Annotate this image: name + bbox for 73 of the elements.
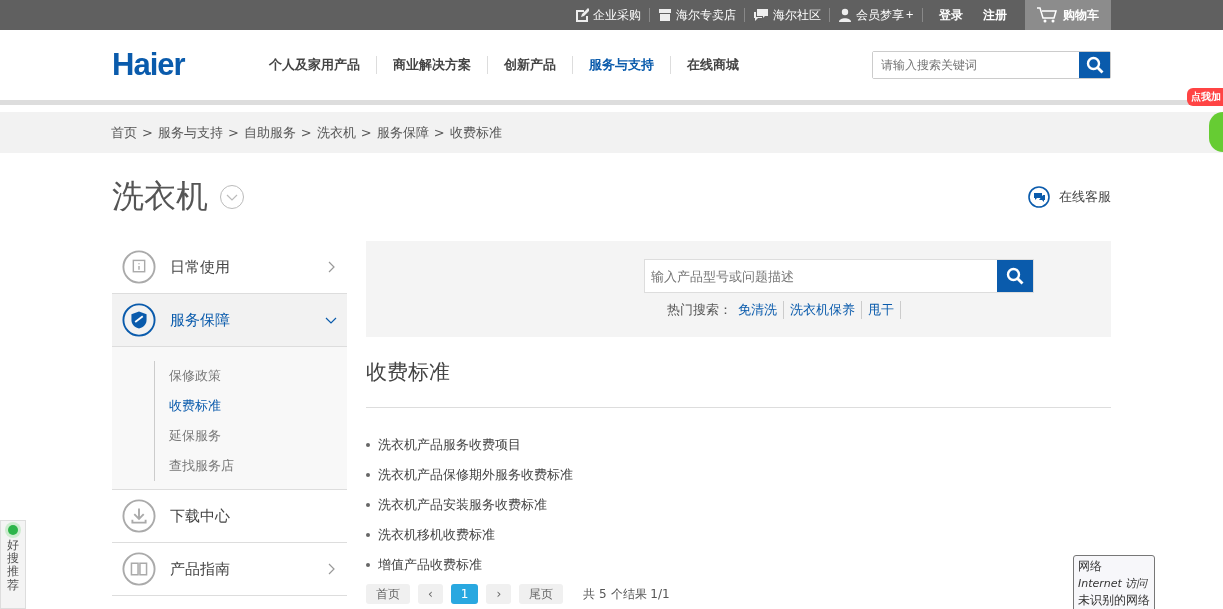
bullet-icon [366,563,370,567]
last-page-button[interactable]: 尾页 [519,584,564,604]
bullet-icon [366,503,370,507]
user-icon [837,8,852,22]
breadcrumb-separator: > [142,125,153,140]
top-link[interactable]: 海尔社区 [744,8,830,22]
chat-icon [1028,186,1050,208]
cart-icon [1037,7,1057,23]
sidebar-subitem[interactable]: 保修政策 [154,361,347,391]
sidebar-subitem[interactable]: 延保服务 [154,421,347,451]
register-link[interactable]: 注册 [973,6,1017,24]
nav-link[interactable]: 创新产品 [487,56,573,74]
breadcrumb-link[interactable]: 收费标准 [449,123,502,142]
promo-badge[interactable]: 点我加 [1187,88,1223,106]
section-title: 收费标准 [366,337,1111,408]
sidebar-item[interactable]: 产品指南 [112,543,347,596]
search-button[interactable] [1079,52,1110,78]
network-tooltip: 网络 Internet 访问 未识别的网络 [1073,555,1155,609]
sidebar-item[interactable]: 下载中心 [112,490,347,543]
sidebar-subitem[interactable]: 收费标准 [154,391,347,421]
top-link[interactable]: 企业采购 [566,8,650,22]
document-link[interactable]: 洗衣机产品服务收费项目 [378,436,521,454]
document-link[interactable]: 增值产品收费标准 [378,556,482,574]
top-link[interactable]: 会员梦享 $^{+}$ [829,8,923,22]
page-title: 洗衣机 [112,176,208,217]
breadcrumb-separator: > [300,125,312,140]
status-dot-icon [8,525,18,535]
breadcrumb-link[interactable]: 服务保障 [376,123,429,142]
document-link[interactable]: 洗衣机产品安装服务收费标准 [378,496,547,514]
breadcrumb-separator: > [433,125,445,140]
bullet-icon [366,443,370,447]
search-icon [1005,267,1024,285]
nav-link[interactable]: 在线商城 [670,56,755,74]
previous-page-button[interactable]: ‹ [418,584,443,604]
shield-icon [122,303,156,337]
bullet-icon [366,473,370,477]
breadcrumb-separator: > [360,125,372,140]
sidebar-subitem[interactable]: 查找服务店 [154,451,347,481]
recommend-widget[interactable]: 好搜推荐 [0,520,26,609]
hot-search-label: 热门搜索： [666,301,732,319]
breadcrumb-link[interactable]: 首页 [111,123,137,142]
hot-search-link[interactable]: 洗衣机保养 [789,301,862,319]
search-field[interactable]: 请输入搜索关键词 [872,51,1111,79]
hot-search-link[interactable]: 甩干 [867,301,901,319]
info-icon [122,250,156,284]
login-link[interactable]: 登录 [929,6,973,24]
bullet-icon [366,533,370,537]
widget-label: 好搜推荐 [7,539,19,592]
top-link[interactable]: 海尔专卖店 [649,8,745,22]
search-button[interactable] [996,260,1033,292]
chat-bubbles-icon [752,8,769,22]
breadcrumb-link[interactable]: 洗衣机 [316,123,356,142]
sidebar-item[interactable]: 服务保障 [112,294,347,347]
document-link[interactable]: 洗衣机产品保修期外服务收费标准 [378,466,573,484]
breadcrumb-link[interactable]: 自助服务 [243,123,296,142]
breadcrumb-separator: > [227,125,239,140]
edit-icon [574,8,589,22]
search-icon [1085,56,1104,74]
product-search-field[interactable]: 输入产品型号或问题描述 [643,259,1034,293]
store-icon [657,8,672,22]
nav-link[interactable]: 个人及家用产品 [252,56,377,74]
hot-search-link[interactable]: 免清洗 [737,301,784,319]
result-summary: 共 5 个结果 1/1 [583,585,670,603]
download-icon [122,499,156,533]
online-service-link[interactable]: 在线客服 [1028,186,1111,208]
breadcrumb-link[interactable]: 服务与支持 [157,123,223,142]
nav-link[interactable]: 服务与支持 [572,56,671,74]
logo[interactable]: Haier [112,47,185,83]
next-page-button[interactable]: › [486,584,512,604]
document-link[interactable]: 洗衣机移机收费标准 [378,526,495,544]
book-icon [122,552,156,586]
first-page-button[interactable]: 首页 [366,584,410,604]
nav-link[interactable]: 商业解决方案 [376,56,488,74]
